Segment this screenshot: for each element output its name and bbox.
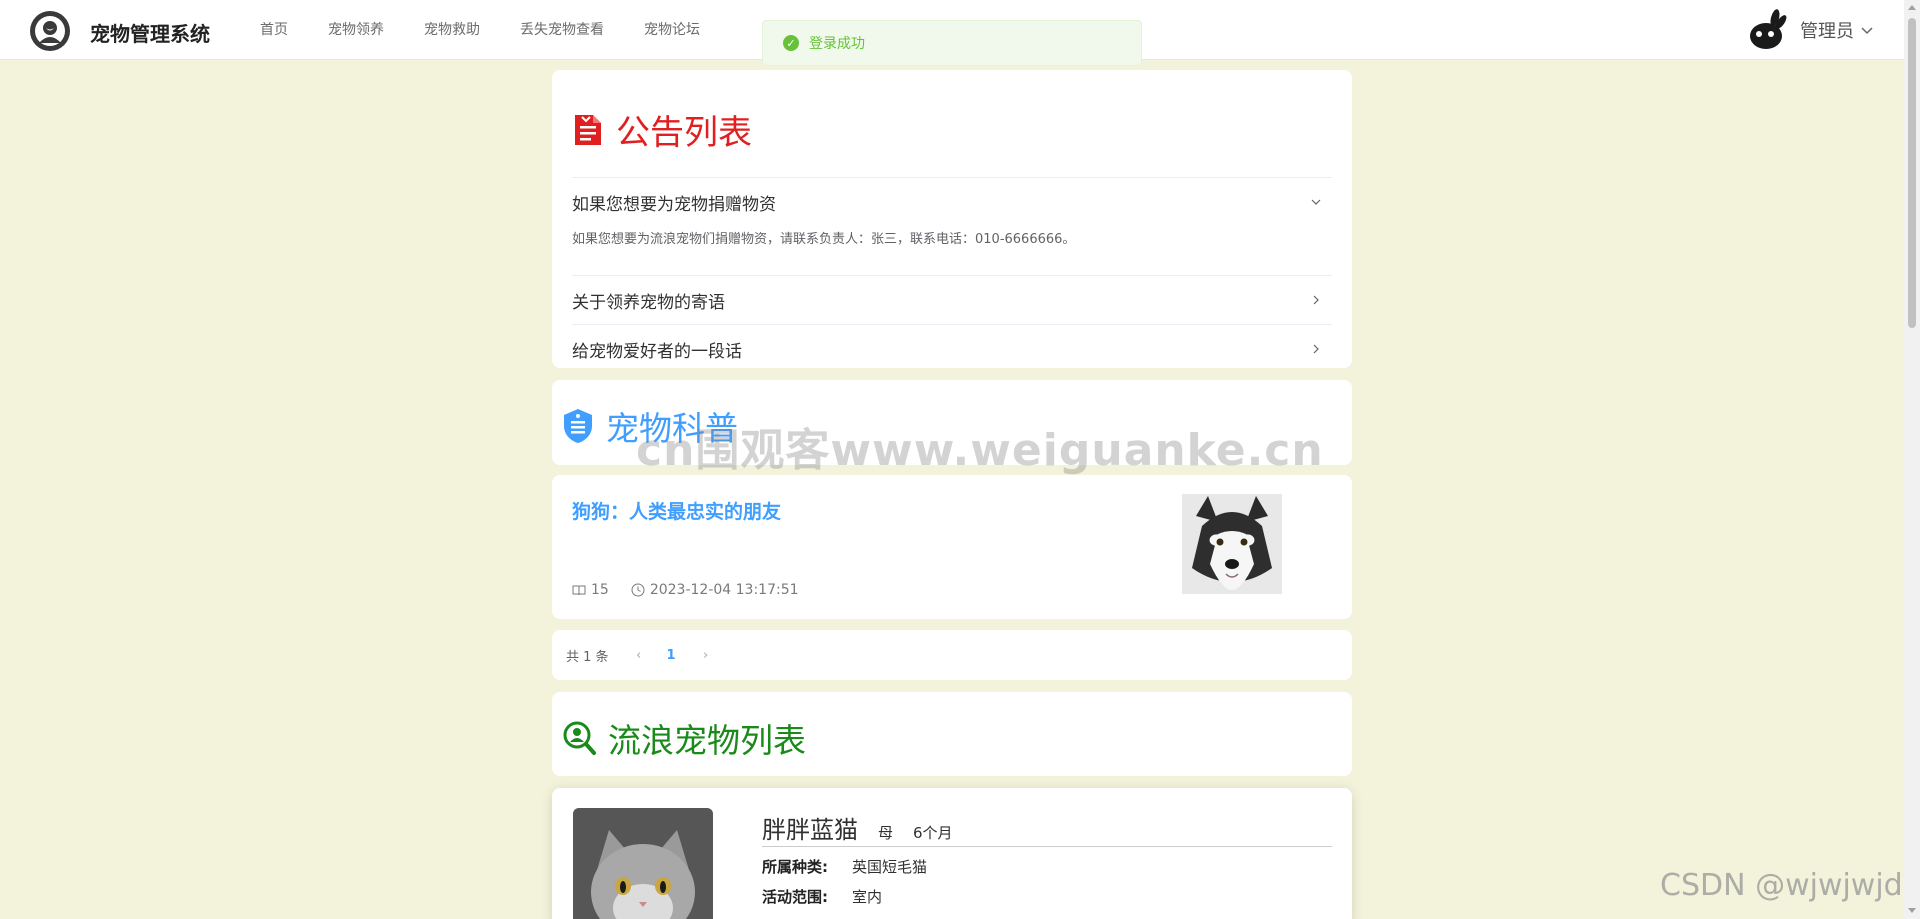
notice-item-header[interactable]: 如果您想要为宠物捐赠物资 [572,178,1332,226]
user-menu[interactable]: 管理员 [1746,8,1874,52]
scroll-up-arrow-icon[interactable] [1908,5,1916,10]
pet-image[interactable] [573,808,713,919]
clock-icon [631,583,645,597]
notice-item: 给宠物爱好者的一段话 [572,325,1332,374]
notice-item: 如果您想要为宠物捐赠物资 如果您想要为流浪宠物们捐赠物资，请联系负责人：张三，联… [572,178,1332,276]
user-name: 管理员 [1800,21,1854,42]
notice-item-title: 给宠物爱好者的一段话 [572,341,742,362]
center-watermark: cn围观客www.weiguanke.cn [636,425,1324,476]
article-meta: 15 2023-12-04 13:17:51 [572,582,799,598]
nav-lost-pets[interactable]: 丢失宠物查看 [520,0,604,60]
stray-title: 流浪宠物列表 [608,721,806,760]
nav-forum[interactable]: 宠物论坛 [644,0,700,60]
notice-card: 公告列表 如果您想要为宠物捐赠物资 如果您想要为流浪宠物们捐赠物资，请联系负责人… [552,70,1352,374]
notice-item-title: 如果您想要为宠物捐赠物资 [572,194,776,215]
pet-field-label: 所属种类: [762,858,828,876]
page-number[interactable]: 1 [667,648,676,663]
article-title[interactable]: 狗狗：人类最忠实的朋友 [572,497,781,524]
pet-age: 6个月 [913,824,953,842]
notice-item-header[interactable]: 给宠物爱好者的一段话 [572,325,1332,373]
article-card[interactable]: 狗狗：人类最忠实的朋友 15 2023-12-04 13:17:51 [552,475,1352,619]
corner-watermark: CSDN @wjwjwjd [1660,868,1903,903]
document-icon [575,114,601,145]
pagination: 共 1 条 ‹ 1 › [552,630,1352,680]
next-page-button[interactable]: › [696,648,716,663]
pet-card[interactable]: 胖胖蓝猫 母 6个月 所属种类: 英国短毛猫 活动范围: 室内 [552,788,1352,919]
chevron-right-icon [1313,344,1319,354]
notice-item-header[interactable]: 关于领养宠物的寄语 [572,276,1332,324]
scrollbar-thumb[interactable] [1908,18,1916,328]
notice-title: 公告列表 [616,113,752,153]
pet-field-value: 英国短毛猫 [852,858,928,876]
nav-adoption[interactable]: 宠物领养 [328,0,384,60]
nav-rescue[interactable]: 宠物救助 [424,0,480,60]
search-user-icon [563,721,596,755]
stray-card: 流浪宠物列表 [552,692,1352,776]
pet-name: 胖胖蓝猫 [762,816,858,844]
success-toast: ✓ 登录成功 [762,20,1142,66]
article-image[interactable] [1182,494,1282,594]
chevron-down-icon [1311,199,1321,205]
stray-header: 流浪宠物列表 [562,714,806,762]
pet-field-value: 室内 [852,888,883,906]
pet-gender: 母 [878,824,894,842]
notice-header: 公告列表 [572,70,1332,178]
notice-item-content: 如果您想要为流浪宠物们捐赠物资，请联系负责人：张三，联系电话：010-66666… [572,232,1076,247]
chevron-down-icon [1861,27,1873,35]
article-date: 2023-12-04 13:17:51 [649,582,799,598]
avatar [1750,9,1787,49]
app-logo-icon [30,11,70,51]
nav-home[interactable]: 首页 [260,0,288,60]
scroll-down-arrow-icon[interactable] [1908,908,1916,913]
book-icon [572,585,586,596]
pet-header: 胖胖蓝猫 母 6个月 [762,810,1332,847]
article-views: 15 [591,582,609,598]
main-nav: 首页 宠物领养 宠物救助 丢失宠物查看 宠物论坛 [260,0,740,60]
app-title: 宠物管理系统 [90,22,210,46]
toast-message: 登录成功 [809,36,865,52]
pet-field-label: 活动范围: [762,888,828,906]
shield-icon [564,409,592,443]
check-circle-icon: ✓ [783,35,799,51]
pagination-total: 共 1 条 [566,649,609,665]
chevron-right-icon [1313,295,1319,305]
pet-field: 活动范围: 室内 [762,886,882,907]
vertical-scrollbar[interactable] [1904,0,1920,919]
prev-page-button[interactable]: ‹ [629,648,649,663]
notice-item: 关于领养宠物的寄语 [572,276,1332,325]
pet-field: 所属种类: 英国短毛猫 [762,856,927,877]
notice-item-title: 关于领养宠物的寄语 [572,292,725,313]
